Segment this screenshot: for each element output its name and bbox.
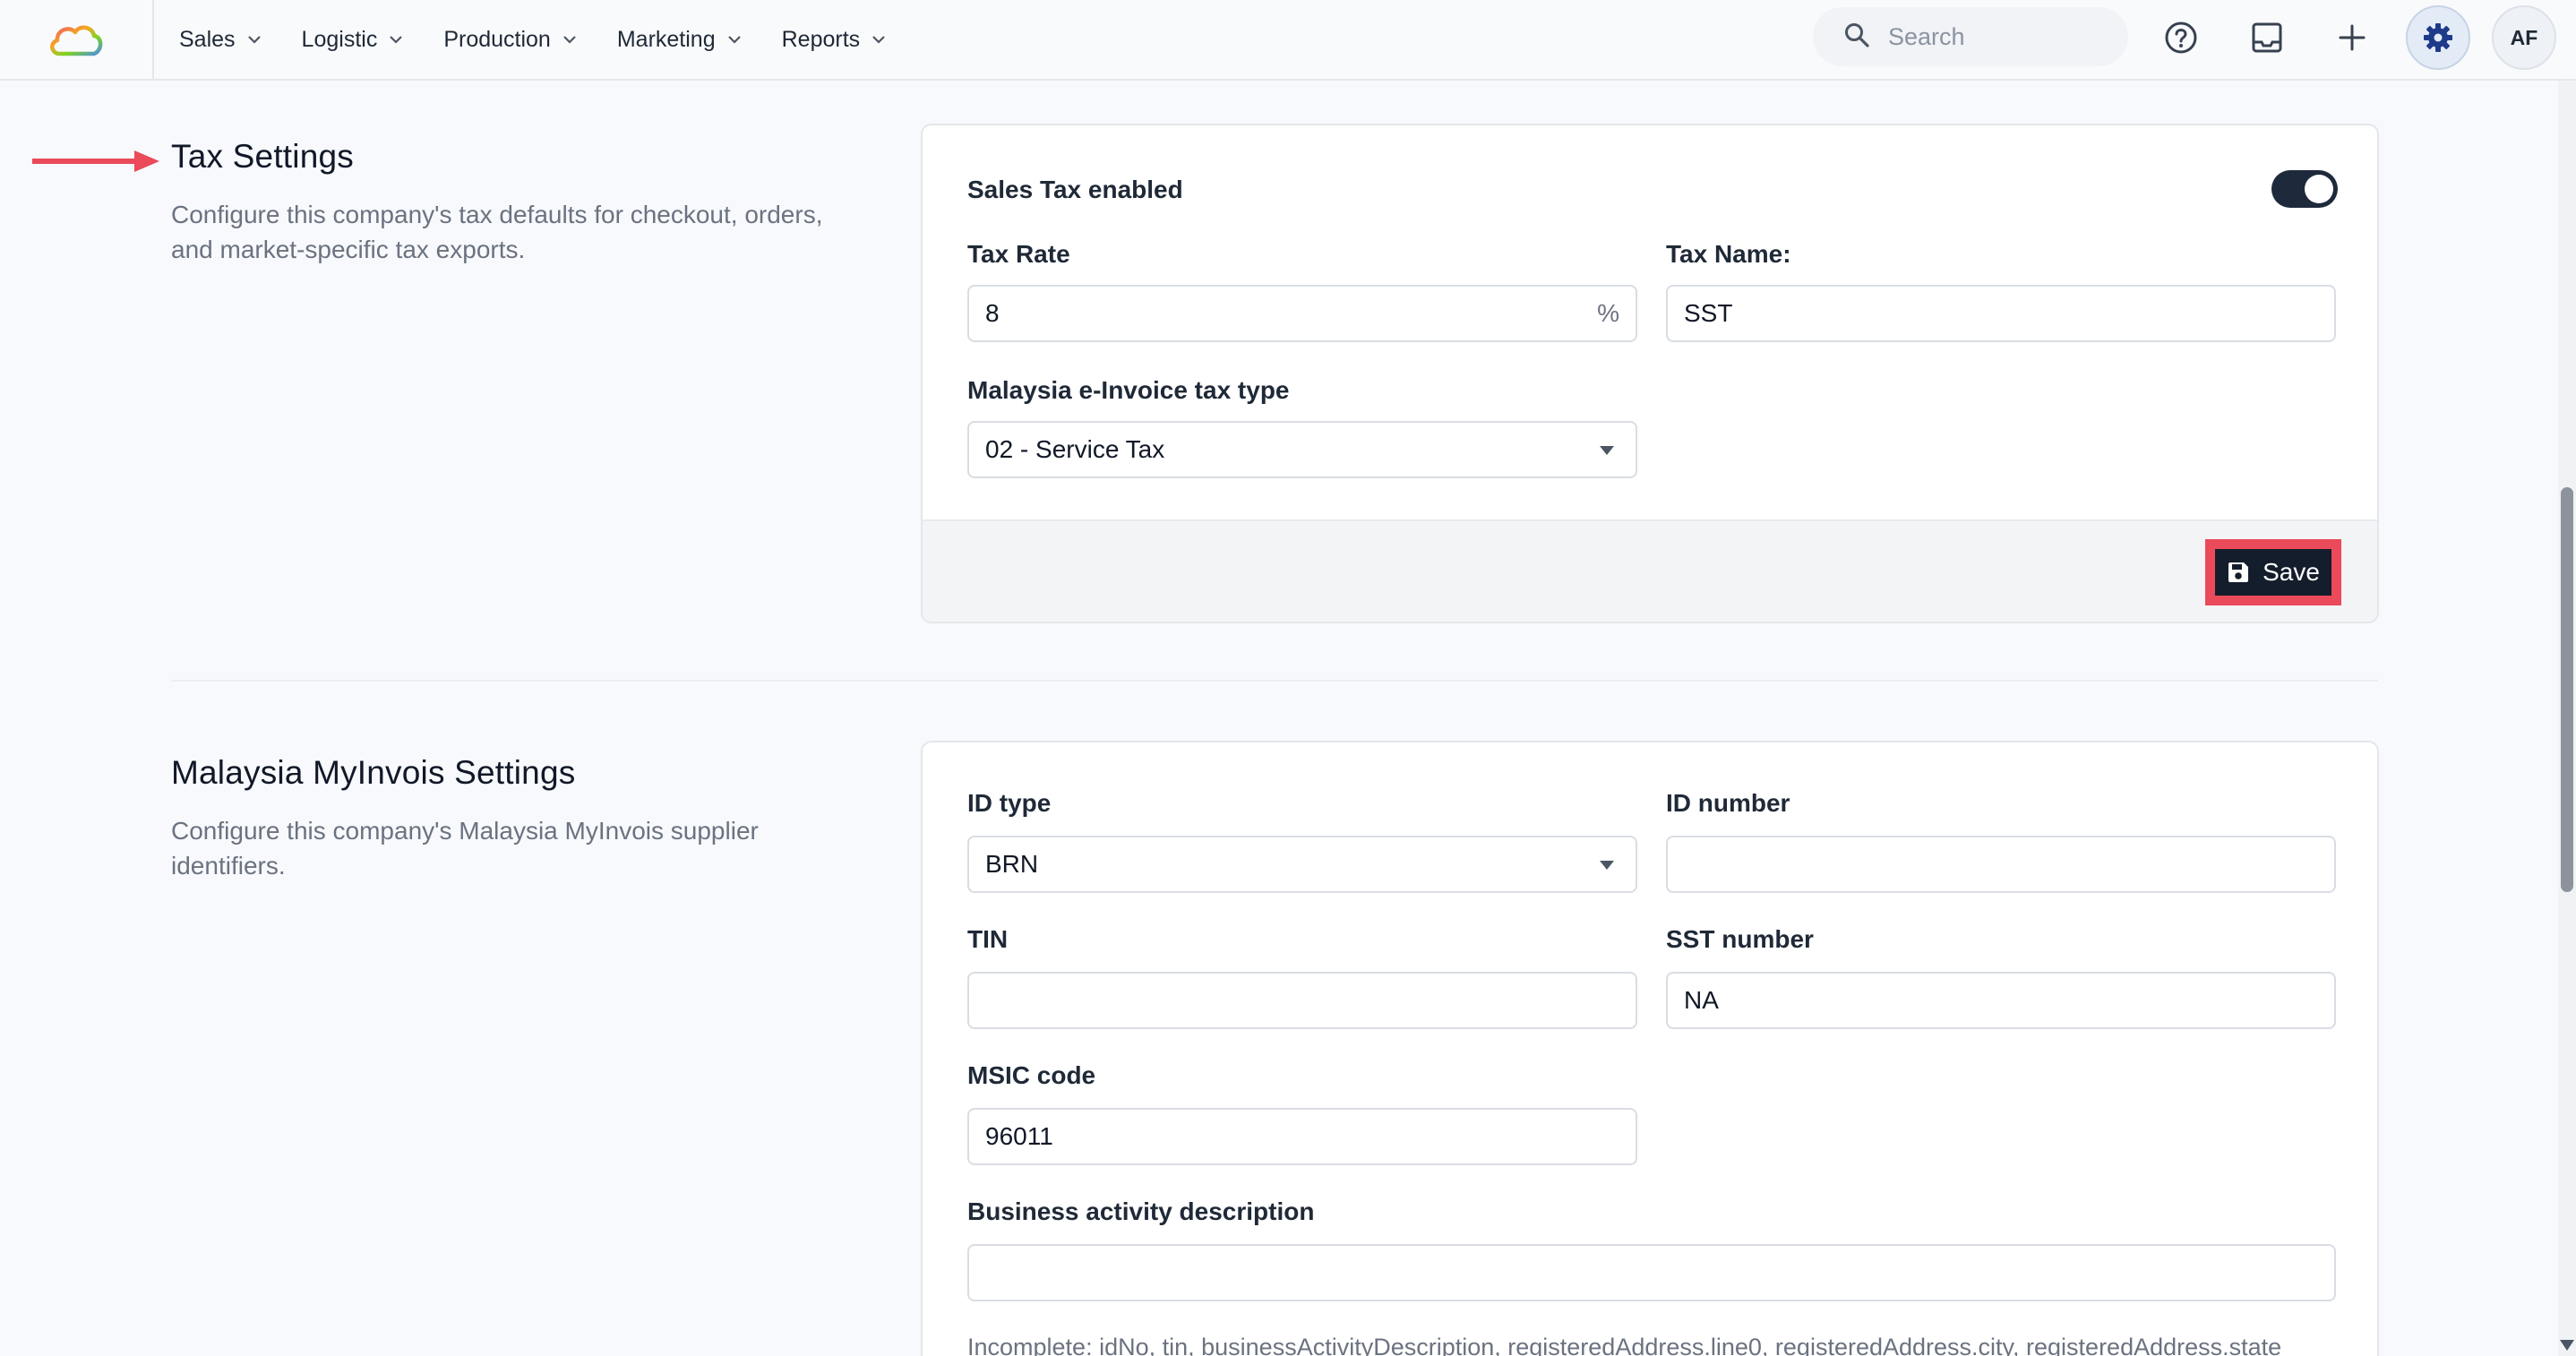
avatar[interactable]: AF [2492,5,2556,70]
msic-code-value: 96011 [985,1122,1053,1150]
id-type-select[interactable]: BRN [967,836,1637,893]
caret-down-icon [1600,446,1614,455]
help-icon [2165,21,2197,54]
tax-settings-title: Tax Settings [171,138,354,175]
save-button-highlight: Save [2205,539,2341,605]
percent-suffix: % [1597,299,1619,327]
business-activity-label: Business activity description [967,1197,1315,1225]
id-type-value: BRN [985,850,1039,878]
top-navigation-bar: Sales Logistic Production Marketing Repo… [0,0,2576,81]
caret-down-icon [1600,861,1614,870]
search-input[interactable]: Search [1813,7,2128,66]
einvoice-tax-type-select[interactable]: 02 - Service Tax [967,421,1637,478]
save-icon [2227,561,2250,584]
inbox-button[interactable] [2235,5,2299,70]
tax-settings-card: Sales Tax enabled Tax Rate 8 % Tax Name:… [921,124,2379,623]
tax-settings-footer: Save [923,519,2377,622]
add-button[interactable] [2320,5,2384,70]
search-placeholder: Search [1888,22,1965,50]
nav-reports-label: Reports [781,26,861,52]
id-type-label: ID type [967,789,1052,817]
chevron-down-icon [727,35,741,44]
app-logo[interactable] [0,0,154,79]
plus-icon [2339,24,2366,51]
id-number-field[interactable] [1666,836,2336,893]
main-nav: Sales Logistic Production Marketing Repo… [179,0,926,79]
save-button[interactable]: Save [2215,549,2331,596]
incomplete-warning: Incomplete: idNo, tin, businessActivityD… [967,1334,2282,1356]
tin-field[interactable] [967,972,1637,1029]
nav-production[interactable]: Production [443,0,576,79]
nav-production-label: Production [443,26,551,52]
nav-marketing[interactable]: Marketing [617,0,741,79]
tin-label: TIN [967,925,1009,953]
section-divider [171,680,2378,682]
id-number-label: ID number [1666,789,1790,817]
gear-icon [2424,23,2452,52]
chevron-down-icon [247,35,261,44]
cloud-logo-icon [50,25,103,56]
tax-rate-field[interactable]: 8 % [967,285,1637,342]
myinvois-settings-description: Configure this company's Malaysia MyInvo… [171,817,759,880]
tax-settings-description: Configure this company's tax defaults fo… [171,201,823,263]
sst-number-label: SST number [1666,925,1814,953]
tax-name-label: Tax Name: [1666,240,1791,268]
nav-logistic-label: Logistic [301,26,378,52]
sst-number-value: NA [1684,986,1719,1014]
einvoice-tax-type-value: 02 - Service Tax [985,435,1165,463]
inbox-icon [2252,22,2282,53]
business-activity-field[interactable] [967,1244,2336,1301]
nav-marketing-label: Marketing [616,26,716,52]
nav-logistic[interactable]: Logistic [302,0,403,79]
chevron-down-icon [563,35,576,44]
nav-sales-label: Sales [179,26,236,52]
myinvois-settings-title: Malaysia MyInvois Settings [171,754,576,791]
toggle-knob [2305,175,2333,203]
sales-tax-label: Sales Tax enabled [967,176,1183,203]
save-label: Save [2263,558,2320,586]
settings-button[interactable] [2406,5,2470,70]
sales-tax-toggle[interactable] [2271,170,2338,208]
help-button[interactable] [2149,5,2213,70]
tax-name-value: SST [1684,299,1733,327]
chevron-down-icon [390,35,403,44]
page-scrollbar[interactable] [2558,81,2576,1356]
scrollbar-thumb[interactable] [2561,487,2573,892]
einvoice-tax-type-label: Malaysia e-Invoice tax type [967,376,1290,404]
msic-code-label: MSIC code [967,1061,1096,1089]
tax-rate-label: Tax Rate [967,240,1070,268]
tax-name-field[interactable]: SST [1666,285,2336,342]
arrow-right-icon [32,150,159,172]
nav-sales[interactable]: Sales [179,0,261,79]
chevron-down-icon [872,35,885,44]
scroll-down-arrow-icon[interactable] [2560,1340,2574,1351]
nav-reports[interactable]: Reports [782,0,886,79]
avatar-initials: AF [2510,25,2538,49]
msic-code-field[interactable]: 96011 [967,1108,1637,1165]
tax-rate-value: 8 [985,299,1000,327]
sst-number-field[interactable]: NA [1666,972,2336,1029]
myinvois-settings-card: ID type BRN ID number TIN SST number NA … [921,741,2379,1356]
search-icon [1843,21,1870,53]
